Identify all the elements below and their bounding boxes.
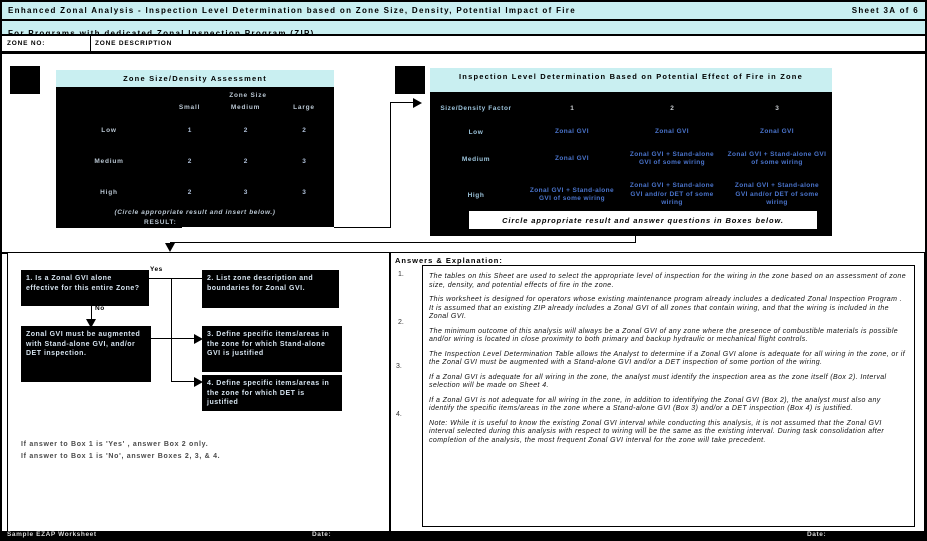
answers-paragraph-5: If a Zonal GVI is adequate for all wirin… bbox=[429, 373, 887, 390]
col-header-large: Large bbox=[293, 104, 315, 111]
step-marker-2 bbox=[395, 66, 425, 94]
step-marker-1 bbox=[10, 66, 40, 94]
col-header-small: Small bbox=[178, 104, 201, 111]
footer-bar: Sample EZAP Worksheet Date: Date: bbox=[2, 531, 925, 539]
answers-number-3: 3. bbox=[396, 363, 402, 370]
circle-instruction-text: Circle appropriate result and answer que… bbox=[502, 215, 784, 225]
flowchart-box-4[interactable]: 4. Define specific items/areas in the zo… bbox=[202, 375, 342, 411]
answers-paragraph-6: If a Zonal GVI is not adequate for all w… bbox=[429, 396, 881, 413]
footer-worksheet-name: Sample EZAP Worksheet bbox=[7, 531, 97, 538]
yes-label: Yes bbox=[150, 266, 163, 273]
cell-low-small[interactable]: 1 bbox=[162, 127, 217, 134]
cell-fire-medium-1[interactable]: Zonal GVI bbox=[522, 155, 622, 164]
yes-line bbox=[149, 278, 202, 279]
size-density-table-title: Zone Size/Density Assessment bbox=[56, 70, 334, 88]
answers-text-box: The tables on this Sheet are used to sel… bbox=[422, 265, 915, 527]
zone-no-field[interactable] bbox=[32, 38, 87, 49]
connector-a-bottom bbox=[334, 227, 390, 228]
size-density-table: Zone Size/Density Assessment Zone Size S… bbox=[56, 70, 334, 228]
zone-row: ZONE NO: ZONE DESCRIPTION bbox=[2, 36, 925, 54]
zone-size-group-label: Zone Size bbox=[229, 92, 267, 99]
augment-to-box3-line bbox=[151, 338, 195, 339]
flowchart-box-2[interactable]: 2. List zone description and boundaries … bbox=[202, 270, 339, 308]
answers-number-2: 2. bbox=[398, 319, 404, 326]
subtitle-bar: For Programs with dedicated Zonal Inspec… bbox=[2, 21, 925, 38]
result-label: RESULT: bbox=[144, 219, 177, 226]
cell-high-medium[interactable]: 3 bbox=[217, 189, 274, 196]
cell-high-large[interactable]: 3 bbox=[274, 189, 334, 196]
cell-high-small[interactable]: 2 bbox=[162, 189, 217, 196]
fire-row-low-label: Low bbox=[468, 128, 484, 136]
corner-label-size-density-factor: Size/Density Factor bbox=[440, 104, 512, 112]
flowchart-note-2: If answer to Box 1 is 'No', answer Boxes… bbox=[21, 453, 221, 460]
inspection-table-title: Inspection Level Determination Based on … bbox=[430, 68, 832, 93]
cell-low-medium[interactable]: 2 bbox=[217, 127, 274, 134]
sheet-number: Sheet 3A of 6 bbox=[851, 6, 919, 15]
answers-paragraph-2: This worksheet is designed for operators… bbox=[429, 296, 903, 320]
answers-paragraph-1: The tables on this Sheet are used to sel… bbox=[429, 273, 907, 289]
flowchart-box-1[interactable]: 1. Is a Zonal GVI alone effective for th… bbox=[21, 270, 149, 306]
cell-medium-medium[interactable]: 2 bbox=[217, 158, 274, 165]
result-line[interactable] bbox=[182, 227, 334, 228]
answers-paragraph-3: The minimum outcome of this analysis wil… bbox=[429, 327, 899, 344]
flowchart-section: 1. Is a Zonal GVI alone effective for th… bbox=[7, 252, 390, 533]
factor-col-1: 1 bbox=[570, 104, 574, 112]
factor-col-2: 2 bbox=[670, 104, 674, 112]
cell-fire-low-2[interactable]: Zonal GVI bbox=[622, 128, 722, 137]
page-title: Enhanced Zonal Analysis - Inspection Lev… bbox=[8, 6, 576, 15]
answers-title: Answers & Explanation: bbox=[395, 256, 503, 265]
row-header-low: Low bbox=[101, 126, 117, 134]
cell-fire-high-3[interactable]: Zonal GVI + Stand-alone GVI and/or DET o… bbox=[722, 182, 832, 208]
answers-paragraph-7: Note: While it is useful to know the exi… bbox=[429, 419, 885, 444]
branch-vertical-line bbox=[171, 278, 172, 382]
footer-date-label-2[interactable]: Date: bbox=[807, 531, 826, 538]
flowchart-box-augment[interactable]: Zonal GVI must be augmented with Stand-a… bbox=[21, 326, 151, 382]
fire-row-medium-label: Medium bbox=[461, 155, 491, 163]
answers-number-1: 1. bbox=[398, 271, 404, 278]
cell-fire-high-1[interactable]: Zonal GVI + Stand-alone GVI of some wiri… bbox=[522, 187, 622, 204]
title-bar: Enhanced Zonal Analysis - Inspection Lev… bbox=[2, 2, 925, 21]
cell-fire-high-2[interactable]: Zonal GVI + Stand-alone GVI and/or DET o… bbox=[622, 182, 722, 208]
connector-a-vertical bbox=[390, 102, 391, 228]
factor-col-3: 3 bbox=[775, 104, 779, 112]
flowchart-box-3[interactable]: 3. Define specific items/areas in the zo… bbox=[202, 326, 342, 372]
no-label: No bbox=[95, 305, 105, 312]
flowchart-note-1: If answer to Box 1 is 'Yes' , answer Box… bbox=[21, 441, 209, 448]
cell-medium-large[interactable]: 3 bbox=[274, 158, 334, 165]
cell-fire-medium-2[interactable]: Zonal GVI + Stand-alone GVI of some wiri… bbox=[622, 151, 722, 168]
circle-instruction-box: Circle appropriate result and answer que… bbox=[467, 209, 819, 231]
box4-arrowhead-icon bbox=[194, 377, 203, 387]
ezap-worksheet-sheet-3a: Enhanced Zonal Analysis - Inspection Lev… bbox=[0, 0, 927, 541]
connector-a-top bbox=[390, 102, 414, 103]
answers-section: Answers & Explanation: 1. 2. 3. 4. The t… bbox=[390, 252, 925, 533]
col-header-medium: Medium bbox=[230, 104, 261, 111]
row-header-high: High bbox=[100, 188, 118, 196]
zone-row-divider bbox=[90, 36, 91, 51]
connector-b-arrowhead-icon bbox=[165, 243, 175, 252]
to-box4-line bbox=[171, 381, 195, 382]
circle-result-note: (Circle appropriate result and insert be… bbox=[114, 209, 276, 216]
cell-fire-low-3[interactable]: Zonal GVI bbox=[722, 128, 832, 137]
cell-medium-small[interactable]: 2 bbox=[162, 158, 217, 165]
fire-row-high-label: High bbox=[467, 191, 485, 199]
zone-description-label: ZONE DESCRIPTION bbox=[95, 40, 173, 47]
answers-number-4: 4. bbox=[396, 411, 402, 418]
row-header-medium: Medium bbox=[94, 157, 124, 165]
connector-a-arrowhead-icon bbox=[413, 98, 422, 108]
footer-date-label-1[interactable]: Date: bbox=[312, 531, 331, 538]
answers-paragraph-4: The Inspection Level Determination Table… bbox=[429, 350, 906, 367]
zone-description-field[interactable] bbox=[202, 38, 902, 49]
cell-low-large[interactable]: 2 bbox=[274, 127, 334, 134]
cell-fire-medium-3[interactable]: Zonal GVI + Stand-alone GVI of some wiri… bbox=[722, 151, 832, 168]
box3-arrowhead-icon bbox=[194, 334, 203, 344]
cell-fire-low-1[interactable]: Zonal GVI bbox=[522, 128, 622, 137]
connector-b-horizontal bbox=[170, 242, 636, 243]
